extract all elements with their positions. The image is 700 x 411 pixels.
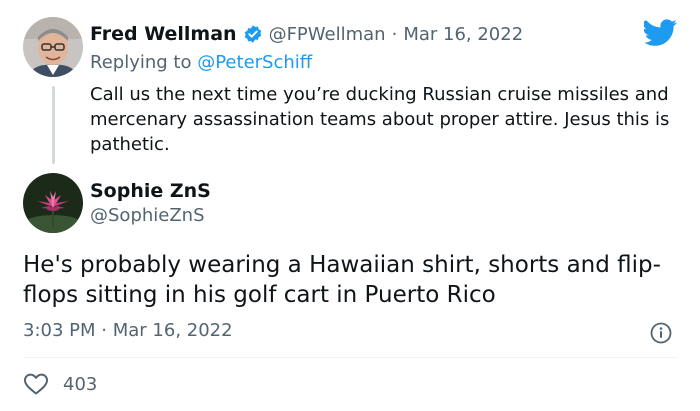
replying-to-label: Replying to [90,52,192,73]
main-tweet-text: He's probably wearing a Hawaiian shirt, … [23,252,661,308]
info-icon[interactable] [650,322,672,344]
handle[interactable]: @SophieZnS [90,205,205,226]
display-name[interactable]: Sophie ZnS [90,180,211,202]
avatar-sophie-zns[interactable] [23,173,83,233]
separator: · [391,23,398,45]
display-name[interactable]: Fred Wellman [90,23,237,45]
twitter-bird-icon[interactable] [643,19,677,47]
thread-connector-line [52,86,55,164]
like-count: 403 [63,373,98,395]
divider [23,357,677,358]
tweet-time[interactable]: 3:03 PM [23,320,96,341]
verified-badge-icon [243,24,263,44]
tweet-date[interactable]: Mar 16, 2022 [403,24,523,45]
reply-tweet-text: Call us the next time you’re ducking Rus… [90,84,670,155]
avatar-fred-wellman[interactable] [23,17,83,77]
replying-to-handle[interactable]: @PeterSchiff [197,52,312,73]
separator: · [101,320,107,341]
tweet-date[interactable]: Mar 16, 2022 [113,320,233,341]
heart-icon [23,372,49,396]
handle[interactable]: @FPWellman [269,24,386,45]
like-button[interactable]: 403 [23,371,97,397]
